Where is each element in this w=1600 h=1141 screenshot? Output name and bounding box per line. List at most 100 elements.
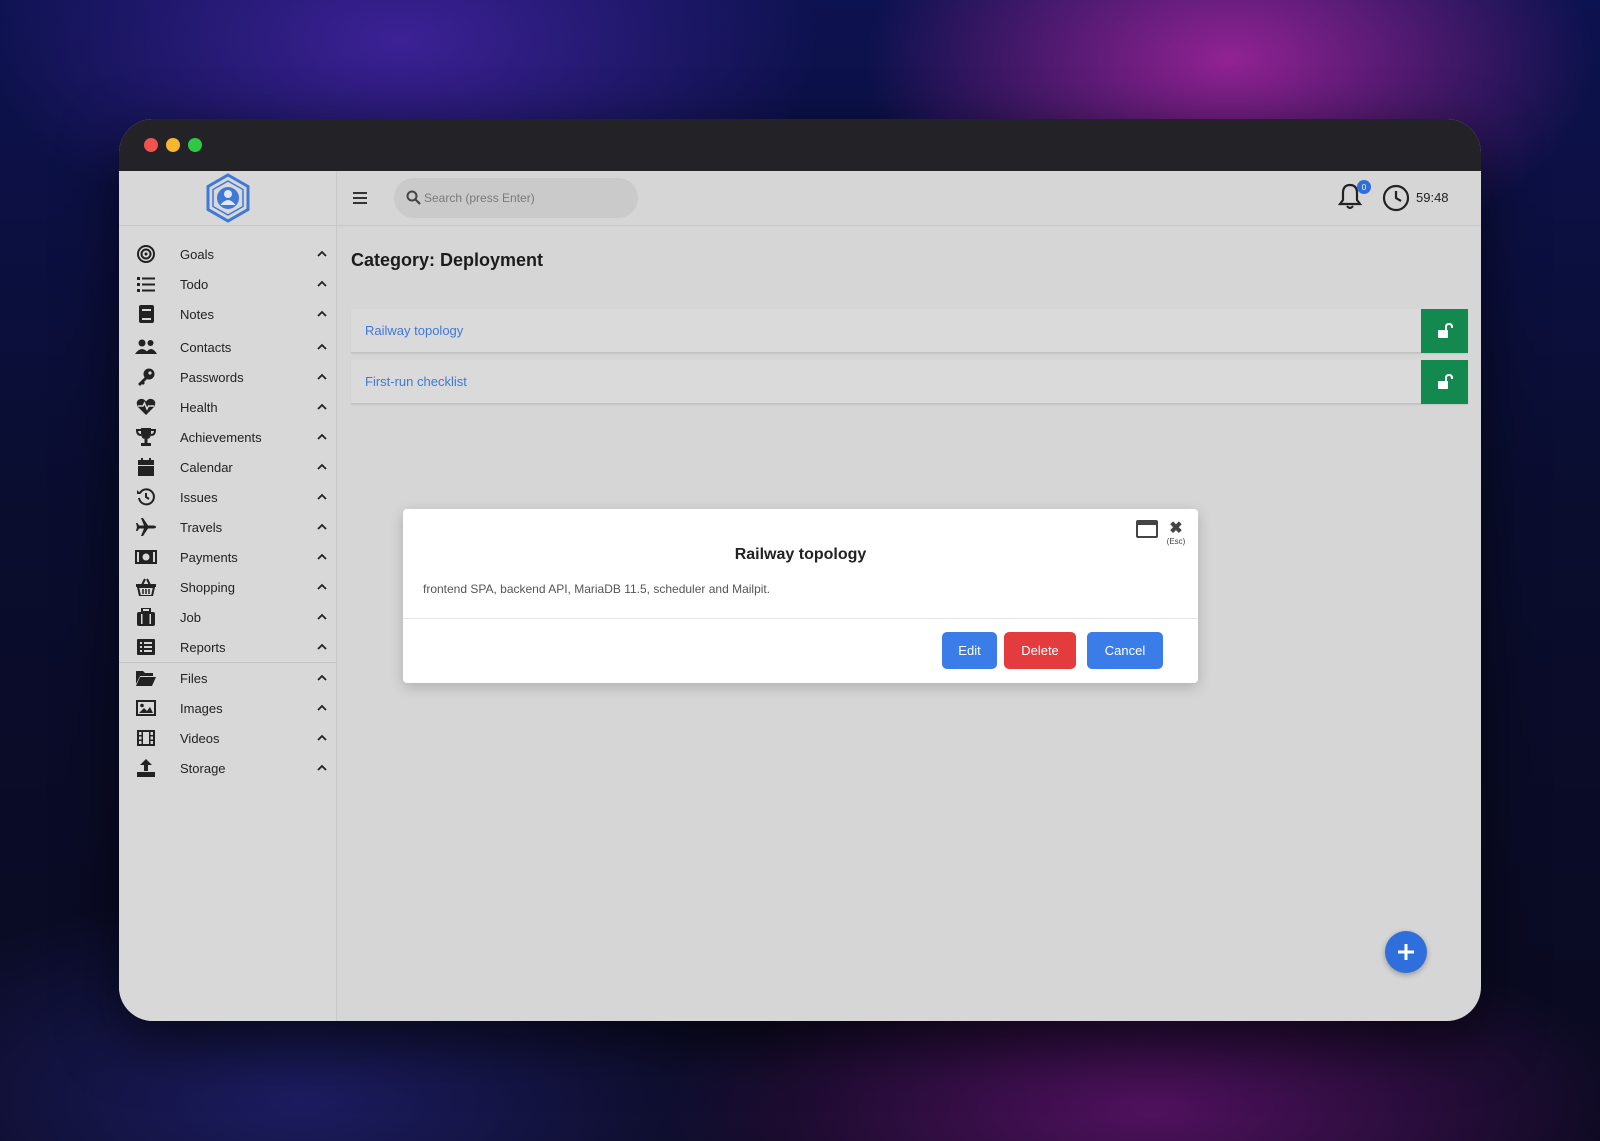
session-timer: 59:48 bbox=[1416, 190, 1449, 205]
chevron-up-icon bbox=[317, 403, 327, 410]
sidebar-item-label: Notes bbox=[180, 306, 214, 322]
sidebar-item-payments[interactable]: Payments bbox=[119, 542, 337, 572]
item-link[interactable]: Railway topology bbox=[365, 323, 463, 338]
sidebar-item-label: Goals bbox=[180, 246, 214, 262]
sidebar-item-travels[interactable]: Travels bbox=[119, 512, 337, 542]
sidebar-item-label: Payments bbox=[180, 549, 238, 565]
window-titlebar bbox=[119, 119, 1481, 171]
film-icon bbox=[135, 727, 157, 749]
sidebar-item-label: Videos bbox=[180, 730, 220, 746]
sidebar-item-label: Shopping bbox=[180, 579, 235, 595]
sidebar-item-label: Reports bbox=[180, 639, 226, 655]
sidebar-item-label: Job bbox=[180, 609, 201, 625]
item-link[interactable]: First-run checklist bbox=[365, 374, 467, 389]
plus-icon bbox=[1398, 944, 1414, 960]
sidebar-item-storage[interactable]: Storage bbox=[119, 753, 337, 783]
minimize-window-button[interactable] bbox=[166, 138, 180, 152]
delete-button[interactable]: Delete bbox=[1004, 632, 1076, 669]
sidebar-item-issues[interactable]: Issues bbox=[119, 482, 337, 512]
sidebar-item-label: Passwords bbox=[180, 369, 244, 385]
sidebar-item-images[interactable]: Images bbox=[119, 693, 337, 723]
sidebar-item-shopping[interactable]: Shopping bbox=[119, 572, 337, 602]
report-icon bbox=[135, 636, 157, 658]
logo-area bbox=[119, 171, 336, 226]
image-icon bbox=[135, 697, 157, 719]
chevron-up-icon bbox=[317, 583, 327, 590]
sidebar-item-goals[interactable]: Goals bbox=[119, 239, 337, 269]
list-item: First-run checklist bbox=[351, 360, 1468, 404]
maximize-window-button[interactable] bbox=[188, 138, 202, 152]
search-icon bbox=[406, 190, 421, 205]
close-modal-button[interactable]: ✖ (Esc) bbox=[1163, 521, 1189, 549]
notification-badge: 0 bbox=[1357, 180, 1371, 194]
sidebar-item-files[interactable]: Files bbox=[119, 663, 337, 693]
unlock-icon bbox=[1437, 323, 1453, 338]
trophy-icon bbox=[135, 426, 157, 448]
sidebar-item-label: Storage bbox=[180, 760, 226, 776]
sidebar-item-label: Achievements bbox=[180, 429, 262, 445]
chevron-up-icon bbox=[317, 463, 327, 470]
cancel-button[interactable]: Cancel bbox=[1087, 632, 1163, 669]
clock-icon bbox=[1382, 184, 1410, 212]
sidebar-item-videos[interactable]: Videos bbox=[119, 723, 337, 753]
list-item: Railway topology bbox=[351, 309, 1468, 353]
close-icon: ✖ bbox=[1169, 520, 1183, 537]
briefcase-icon bbox=[135, 606, 157, 628]
key-icon bbox=[135, 366, 157, 388]
sidebar-item-calendar[interactable]: Calendar bbox=[119, 452, 337, 482]
modal-body-text: frontend SPA, backend API, MariaDB 11.5,… bbox=[423, 582, 771, 596]
sidebar-item-label: Contacts bbox=[180, 339, 232, 355]
chevron-up-icon bbox=[317, 280, 327, 287]
edit-button[interactable]: Edit bbox=[942, 632, 997, 669]
sidebar-item-label: Calendar bbox=[180, 459, 233, 475]
search-input[interactable] bbox=[424, 191, 624, 205]
calendar-icon bbox=[135, 456, 157, 478]
close-window-button[interactable] bbox=[144, 138, 158, 152]
chevron-up-icon bbox=[317, 373, 327, 380]
sidebar-item-reports[interactable]: Reports bbox=[119, 632, 337, 662]
sidebar-item-label: Health bbox=[180, 399, 218, 415]
basket-icon bbox=[135, 576, 157, 598]
chevron-up-icon bbox=[317, 523, 327, 530]
modal-divider bbox=[403, 618, 1198, 619]
users-icon bbox=[135, 336, 157, 358]
sidebar-item-passwords[interactable]: Passwords bbox=[119, 362, 337, 392]
sidebar-item-notes[interactable]: Notes bbox=[119, 299, 337, 329]
unlock-icon bbox=[1437, 374, 1453, 389]
app-logo-icon[interactable] bbox=[205, 173, 251, 223]
chevron-up-icon bbox=[317, 493, 327, 500]
chevron-up-icon bbox=[317, 643, 327, 650]
history-icon bbox=[135, 486, 157, 508]
sidebar-item-todo[interactable]: Todo bbox=[119, 269, 337, 299]
chevron-up-icon bbox=[317, 704, 327, 711]
sidebar-item-label: Todo bbox=[180, 276, 209, 292]
sidebar: Goals Todo Notes Contacts Passwords Heal… bbox=[119, 171, 337, 1021]
hamburger-menu-icon[interactable] bbox=[351, 189, 369, 207]
modal-title: Railway topology bbox=[734, 546, 867, 563]
chevron-up-icon bbox=[317, 613, 327, 620]
sidebar-item-label: Files bbox=[180, 670, 208, 686]
chevron-up-icon bbox=[317, 734, 327, 741]
note-modal: ✖ (Esc) Railway topology frontend SPA, b… bbox=[403, 509, 1198, 683]
add-button[interactable] bbox=[1385, 931, 1427, 973]
sidebar-item-label: Travels bbox=[180, 519, 223, 535]
sidebar-item-achievements[interactable]: Achievements bbox=[119, 422, 337, 452]
upload-icon bbox=[135, 757, 157, 779]
list-icon bbox=[135, 273, 157, 295]
sidebar-item-health[interactable]: Health bbox=[119, 392, 337, 422]
notifications-button[interactable]: 0 bbox=[1337, 180, 1371, 213]
chevron-up-icon bbox=[317, 553, 327, 560]
maximize-icon[interactable] bbox=[1136, 520, 1158, 538]
book-icon bbox=[135, 303, 157, 325]
sidebar-item-contacts[interactable]: Contacts bbox=[119, 332, 337, 362]
chevron-up-icon bbox=[317, 310, 327, 317]
unlock-button[interactable] bbox=[1421, 360, 1468, 404]
folder-open-icon bbox=[135, 667, 157, 689]
sidebar-item-job[interactable]: Job bbox=[119, 602, 337, 632]
chevron-up-icon bbox=[317, 250, 327, 257]
unlock-button[interactable] bbox=[1421, 309, 1468, 353]
chevron-up-icon bbox=[317, 764, 327, 771]
target-icon bbox=[135, 243, 157, 265]
chevron-up-icon bbox=[317, 674, 327, 681]
money-icon bbox=[135, 546, 157, 568]
